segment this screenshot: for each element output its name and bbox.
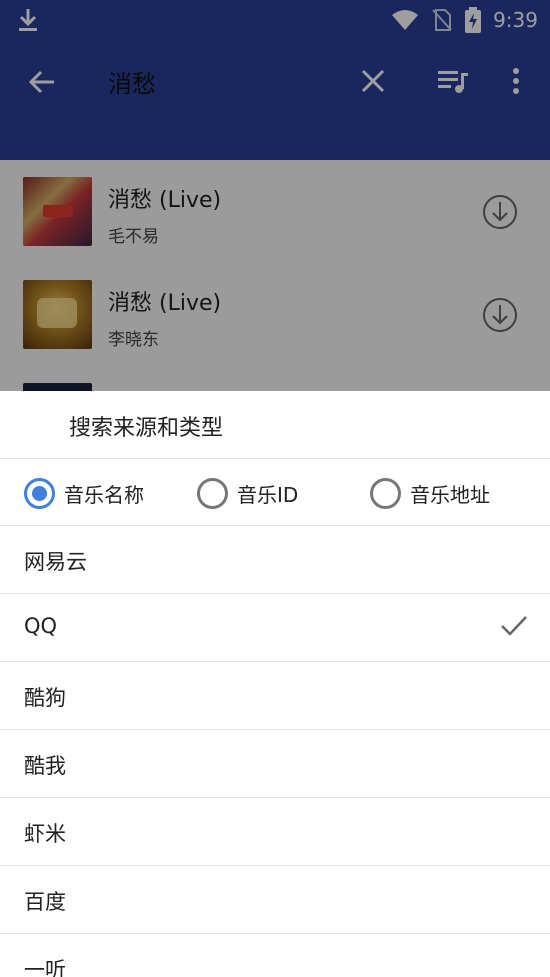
radio-unchecked-icon bbox=[197, 477, 228, 509]
radio-music-id[interactable]: 音乐ID bbox=[197, 476, 298, 510]
source-item-baidu[interactable]: 百度 bbox=[0, 866, 550, 934]
source-type-bottom-sheet: 搜索来源和类型 音乐名称 音乐ID 音乐地址 网易云 QQ 酷狗 酷我 虾米 百… bbox=[0, 391, 550, 977]
source-label: 酷我 bbox=[24, 754, 66, 778]
check-icon bbox=[501, 616, 527, 636]
source-label: 百度 bbox=[24, 890, 66, 914]
source-label: QQ bbox=[24, 614, 58, 638]
source-label: 酷狗 bbox=[24, 686, 66, 710]
source-item-yiting[interactable]: 一听 bbox=[0, 934, 550, 977]
source-label: 虾米 bbox=[24, 822, 66, 846]
radio-unchecked-icon bbox=[370, 477, 401, 509]
radio-label: 音乐名称 bbox=[64, 482, 144, 507]
source-label: 网易云 bbox=[24, 550, 87, 574]
source-item-kuwo[interactable]: 酷我 bbox=[0, 730, 550, 798]
source-item-xiami[interactable]: 虾米 bbox=[0, 798, 550, 866]
sheet-title: 搜索来源和类型 bbox=[69, 416, 224, 441]
radio-label: 音乐ID bbox=[237, 482, 299, 507]
source-item-kugou[interactable]: 酷狗 bbox=[0, 662, 550, 730]
source-label: 一听 bbox=[24, 958, 66, 977]
radio-music-url[interactable]: 音乐地址 bbox=[370, 476, 490, 510]
radio-label: 音乐地址 bbox=[410, 482, 490, 507]
source-item-qq[interactable]: QQ bbox=[0, 594, 550, 662]
source-item-netease[interactable]: 网易云 bbox=[0, 526, 550, 594]
radio-checked-icon bbox=[24, 477, 55, 509]
radio-music-name[interactable]: 音乐名称 bbox=[24, 476, 144, 510]
search-type-radio-group: 音乐名称 音乐ID 音乐地址 bbox=[0, 459, 550, 526]
